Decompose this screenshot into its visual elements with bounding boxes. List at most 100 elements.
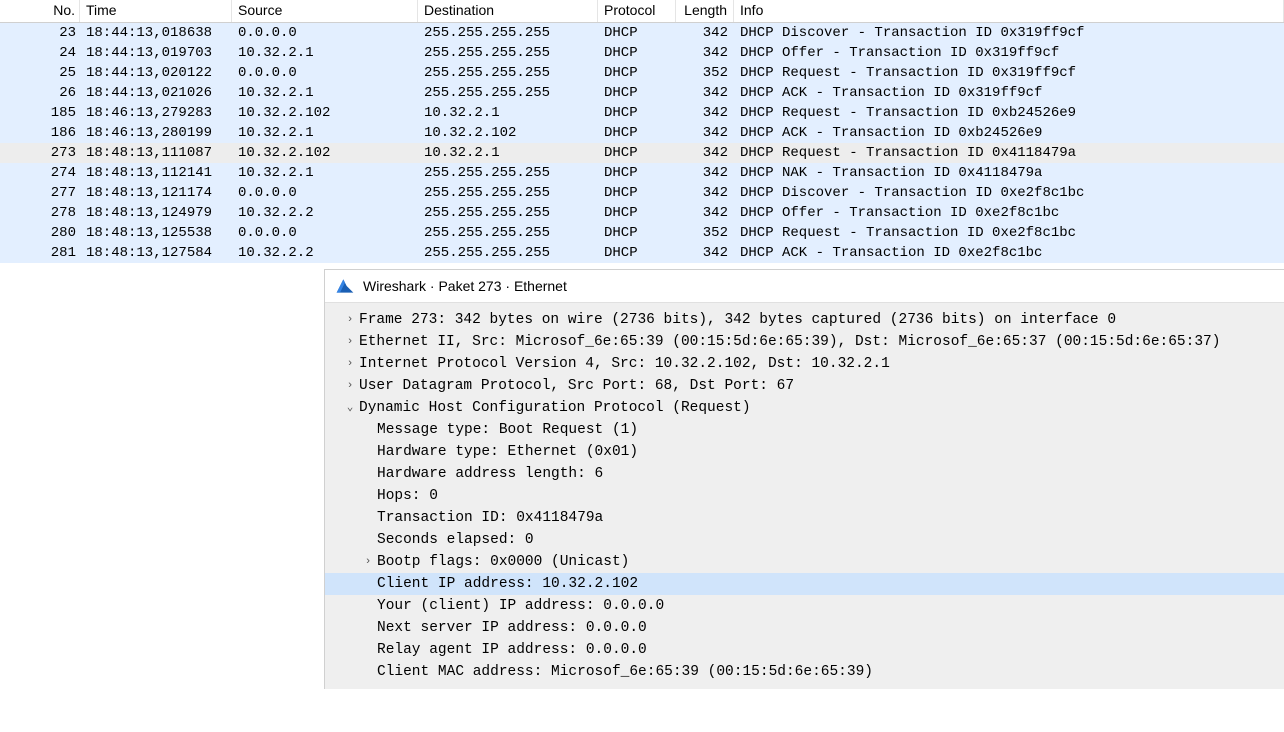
dhcp-client-ip[interactable]: Client IP address: 10.32.2.102 bbox=[325, 573, 1284, 595]
packet-list-header: No. Time Source Destination Protocol Len… bbox=[0, 0, 1284, 23]
col-header-destination[interactable]: Destination bbox=[418, 0, 598, 22]
dhcp-relay-agent-ip[interactable]: Relay agent IP address: 0.0.0.0 bbox=[325, 639, 1284, 661]
cell-proto: DHCP bbox=[598, 23, 676, 43]
expand-icon[interactable]: › bbox=[359, 551, 377, 573]
cell-len: 342 bbox=[676, 23, 734, 43]
cell-no: 278 bbox=[0, 203, 80, 223]
tree-dhcp[interactable]: ⌄ Dynamic Host Configuration Protocol (R… bbox=[325, 397, 1284, 419]
tree-ethernet[interactable]: › Ethernet II, Src: Microsof_6e:65:39 (0… bbox=[325, 331, 1284, 353]
packet-details-window: Wireshark · Paket 273 · Ethernet › Frame… bbox=[324, 269, 1284, 689]
cell-dst: 255.255.255.255 bbox=[418, 163, 598, 183]
cell-len: 342 bbox=[676, 43, 734, 63]
dhcp-your-ip[interactable]: Your (client) IP address: 0.0.0.0 bbox=[325, 595, 1284, 617]
packet-row[interactable]: 2318:44:13,0186380.0.0.0255.255.255.255D… bbox=[0, 23, 1284, 43]
cell-info: DHCP Discover - Transaction ID 0xe2f8c1b… bbox=[734, 183, 1284, 203]
tree-frame-label: Frame 273: 342 bytes on wire (2736 bits)… bbox=[359, 309, 1116, 331]
field-label: Transaction ID: 0x4118479a bbox=[377, 507, 603, 529]
cell-src: 0.0.0.0 bbox=[232, 183, 418, 203]
details-window-title: Wireshark · Paket 273 · Ethernet bbox=[363, 278, 567, 294]
packet-row[interactable]: 273└18:48:13,11108710.32.2.10210.32.2.1D… bbox=[0, 143, 1284, 163]
dhcp-bootp-flags[interactable]: › Bootp flags: 0x0000 (Unicast) bbox=[325, 551, 1284, 573]
cell-no: 281 bbox=[0, 243, 80, 263]
expand-icon[interactable]: › bbox=[341, 331, 359, 353]
details-titlebar[interactable]: Wireshark · Paket 273 · Ethernet bbox=[325, 270, 1284, 303]
col-header-info[interactable]: Info bbox=[734, 0, 1284, 22]
dhcp-seconds-elapsed[interactable]: Seconds elapsed: 0 bbox=[325, 529, 1284, 551]
cell-time: 18:48:13,112141 bbox=[80, 163, 232, 183]
cell-len: 342 bbox=[676, 83, 734, 103]
cell-src: 10.32.2.1 bbox=[232, 83, 418, 103]
cell-dst: 255.255.255.255 bbox=[418, 23, 598, 43]
tree-udp[interactable]: › User Datagram Protocol, Src Port: 68, … bbox=[325, 375, 1284, 397]
cell-info: DHCP NAK - Transaction ID 0x4118479a bbox=[734, 163, 1284, 183]
packet-row[interactable]: 28018:48:13,1255380.0.0.0255.255.255.255… bbox=[0, 223, 1284, 243]
cell-len: 352 bbox=[676, 223, 734, 243]
dhcp-hardware-length[interactable]: Hardware address length: 6 bbox=[325, 463, 1284, 485]
packet-list: No. Time Source Destination Protocol Len… bbox=[0, 0, 1284, 263]
tree-frame[interactable]: › Frame 273: 342 bytes on wire (2736 bit… bbox=[325, 309, 1284, 331]
cell-no: 185┌ bbox=[0, 103, 80, 123]
packet-row[interactable]: 186│18:46:13,28019910.32.2.110.32.2.102D… bbox=[0, 123, 1284, 143]
cell-src: 10.32.2.102 bbox=[232, 143, 418, 163]
cell-src: 10.32.2.1 bbox=[232, 163, 418, 183]
packet-row[interactable]: 185┌18:46:13,27928310.32.2.10210.32.2.1D… bbox=[0, 103, 1284, 123]
cell-len: 342 bbox=[676, 163, 734, 183]
dhcp-hops[interactable]: Hops: 0 bbox=[325, 485, 1284, 507]
field-label: Message type: Boot Request (1) bbox=[377, 419, 638, 441]
col-header-time[interactable]: Time bbox=[80, 0, 232, 22]
cell-proto: DHCP bbox=[598, 63, 676, 83]
packet-row[interactable]: 27718:48:13,1211740.0.0.0255.255.255.255… bbox=[0, 183, 1284, 203]
cell-no: 274 bbox=[0, 163, 80, 183]
field-label: Hardware type: Ethernet (0x01) bbox=[377, 441, 638, 463]
cell-info: DHCP ACK - Transaction ID 0xe2f8c1bc bbox=[734, 243, 1284, 263]
cell-time: 18:46:13,280199 bbox=[80, 123, 232, 143]
dhcp-client-mac[interactable]: Client MAC address: Microsof_6e:65:39 (0… bbox=[325, 661, 1284, 683]
cell-len: 342 bbox=[676, 183, 734, 203]
dhcp-next-server-ip[interactable]: Next server IP address: 0.0.0.0 bbox=[325, 617, 1284, 639]
cell-dst: 255.255.255.255 bbox=[418, 223, 598, 243]
cell-info: DHCP Request - Transaction ID 0x319ff9cf bbox=[734, 63, 1284, 83]
cell-info: DHCP Request - Transaction ID 0x4118479a bbox=[734, 143, 1284, 163]
cell-src: 0.0.0.0 bbox=[232, 23, 418, 43]
cell-time: 18:48:13,127584 bbox=[80, 243, 232, 263]
expand-icon[interactable]: › bbox=[341, 353, 359, 375]
cell-info: DHCP ACK - Transaction ID 0x319ff9cf bbox=[734, 83, 1284, 103]
packet-details-tree: › Frame 273: 342 bytes on wire (2736 bit… bbox=[325, 303, 1284, 689]
cell-dst: 10.32.2.1 bbox=[418, 143, 598, 163]
packet-row[interactable]: 2618:44:13,02102610.32.2.1255.255.255.25… bbox=[0, 83, 1284, 103]
packet-row[interactable]: 2518:44:13,0201220.0.0.0255.255.255.255D… bbox=[0, 63, 1284, 83]
dhcp-hardware-type[interactable]: Hardware type: Ethernet (0x01) bbox=[325, 441, 1284, 463]
cell-src: 10.32.2.1 bbox=[232, 43, 418, 63]
cell-dst: 10.32.2.1 bbox=[418, 103, 598, 123]
cell-no: 23 bbox=[0, 23, 80, 43]
tree-ip[interactable]: › Internet Protocol Version 4, Src: 10.3… bbox=[325, 353, 1284, 375]
cell-time: 18:46:13,279283 bbox=[80, 103, 232, 123]
cell-time: 18:44:13,019703 bbox=[80, 43, 232, 63]
cell-src: 10.32.2.1 bbox=[232, 123, 418, 143]
expand-icon[interactable]: › bbox=[341, 375, 359, 397]
cell-proto: DHCP bbox=[598, 223, 676, 243]
cell-dst: 255.255.255.255 bbox=[418, 43, 598, 63]
cell-no: 186│ bbox=[0, 123, 80, 143]
collapse-icon[interactable]: ⌄ bbox=[341, 397, 359, 419]
cell-proto: DHCP bbox=[598, 83, 676, 103]
packet-row[interactable]: 27818:48:13,12497910.32.2.2255.255.255.2… bbox=[0, 203, 1284, 223]
cell-proto: DHCP bbox=[598, 163, 676, 183]
cell-dst: 255.255.255.255 bbox=[418, 83, 598, 103]
wireshark-icon bbox=[335, 276, 355, 296]
cell-src: 0.0.0.0 bbox=[232, 63, 418, 83]
cell-no: 25 bbox=[0, 63, 80, 83]
field-label: Hops: 0 bbox=[377, 485, 438, 507]
col-header-no[interactable]: No. bbox=[0, 0, 80, 22]
packet-row[interactable]: 28118:48:13,12758410.32.2.2255.255.255.2… bbox=[0, 243, 1284, 263]
col-header-source[interactable]: Source bbox=[232, 0, 418, 22]
col-header-protocol[interactable]: Protocol bbox=[598, 0, 676, 22]
dhcp-transaction-id[interactable]: Transaction ID: 0x4118479a bbox=[325, 507, 1284, 529]
cell-proto: DHCP bbox=[598, 143, 676, 163]
packet-row[interactable]: 2418:44:13,01970310.32.2.1255.255.255.25… bbox=[0, 43, 1284, 63]
packet-row[interactable]: 27418:48:13,11214110.32.2.1255.255.255.2… bbox=[0, 163, 1284, 183]
dhcp-message-type[interactable]: Message type: Boot Request (1) bbox=[325, 419, 1284, 441]
expand-icon[interactable]: › bbox=[341, 309, 359, 331]
col-header-length[interactable]: Length bbox=[676, 0, 734, 22]
tree-udp-label: User Datagram Protocol, Src Port: 68, Ds… bbox=[359, 375, 794, 397]
